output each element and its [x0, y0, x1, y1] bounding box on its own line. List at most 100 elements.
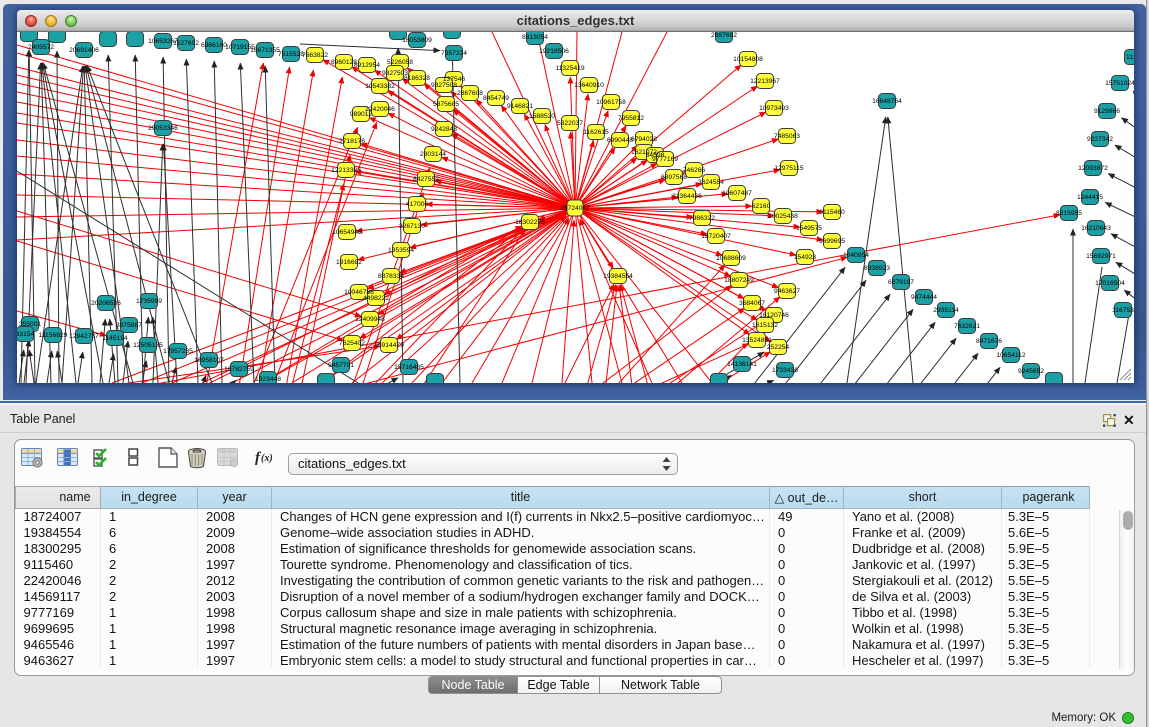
- svg-text:17016504: 17016504: [1095, 280, 1125, 287]
- svg-text:9242848: 9242848: [431, 126, 457, 133]
- svg-text:17957235: 17957235: [163, 348, 193, 355]
- svg-text:7485063: 7485063: [774, 133, 800, 140]
- svg-text:1916682: 1916682: [336, 259, 362, 266]
- svg-text:18807249: 18807249: [724, 277, 754, 284]
- svg-text:5322037: 5322037: [557, 120, 583, 127]
- svg-text:7955812: 7955812: [618, 115, 644, 122]
- svg-text:6897568: 6897568: [661, 174, 687, 181]
- svg-text:10543382: 10543382: [365, 83, 395, 90]
- svg-text:1735999: 1735999: [136, 298, 162, 305]
- svg-text:7357224: 7357224: [441, 50, 467, 57]
- svg-text:7625402: 7625402: [339, 340, 365, 347]
- svg-text:116753: 116753: [1112, 307, 1134, 314]
- svg-text:10688609: 10688609: [716, 255, 746, 262]
- svg-text:19384554: 19384554: [603, 273, 633, 280]
- svg-text:9474444: 9474444: [911, 294, 937, 301]
- svg-text:10973493: 10973493: [759, 105, 789, 112]
- svg-text:2687682: 2687682: [711, 32, 737, 39]
- svg-text:16120746: 16120746: [759, 312, 789, 319]
- svg-text:16914479: 16914479: [374, 342, 404, 349]
- svg-text:(x): (x): [261, 453, 273, 464]
- svg-text:252254: 252254: [767, 344, 790, 351]
- svg-text:13640910: 13640910: [574, 82, 604, 89]
- svg-text:16053809: 16053809: [402, 37, 432, 44]
- svg-text:3624554: 3624554: [698, 179, 724, 186]
- svg-text:1733426: 1733426: [772, 367, 798, 374]
- svg-text:6990448: 6990448: [607, 137, 633, 144]
- svg-text:6794028: 6794028: [631, 136, 657, 143]
- svg-text:16210643: 16210643: [1081, 225, 1111, 232]
- svg-text:1923448: 1923448: [255, 376, 281, 383]
- svg-text:12213967: 12213967: [750, 78, 780, 85]
- svg-text:16648764: 16648764: [872, 98, 902, 105]
- svg-text:10154808: 10154808: [733, 56, 763, 63]
- svg-text:1615132: 1615132: [752, 322, 778, 329]
- svg-text:9463627: 9463627: [774, 288, 800, 295]
- svg-text:9146821: 9146821: [507, 103, 533, 110]
- svg-text:10654112: 10654112: [996, 352, 1026, 359]
- svg-text:8454749: 8454749: [483, 95, 509, 102]
- svg-text:3267130: 3267130: [399, 223, 425, 230]
- svg-text:12975115: 12975115: [774, 165, 804, 172]
- svg-text:9129966: 9129966: [1094, 108, 1120, 115]
- svg-text:1145194: 1145194: [102, 335, 128, 342]
- svg-text:8215955: 8215955: [1056, 210, 1082, 217]
- svg-text:6879197: 6879197: [888, 279, 914, 286]
- svg-text:9457791: 9457791: [328, 362, 354, 369]
- svg-text:12505135: 12505135: [133, 342, 163, 349]
- svg-text:20691406: 20691406: [69, 47, 99, 54]
- svg-text:19218506: 19218506: [539, 48, 569, 55]
- svg-text:9245652: 9245652: [1018, 368, 1044, 375]
- svg-text:989012: 989012: [350, 111, 373, 118]
- svg-text:15692971: 15692971: [1086, 253, 1116, 260]
- svg-text:1588520: 1588520: [529, 113, 555, 120]
- svg-text:9777169: 9777169: [652, 156, 678, 163]
- svg-text:8186328: 8186328: [404, 75, 430, 82]
- svg-text:8912954: 8912954: [354, 62, 380, 69]
- svg-text:5875685: 5875685: [433, 101, 459, 108]
- svg-text:7986322: 7986322: [689, 215, 715, 222]
- svg-text:11156829: 11156829: [39, 332, 68, 339]
- svg-text:12213383: 12213383: [331, 167, 361, 174]
- svg-text:6966160: 6966160: [201, 42, 227, 49]
- svg-text:16782759: 16782759: [224, 366, 254, 373]
- svg-text:8427552: 8427552: [413, 176, 439, 183]
- svg-text:14136141: 14136141: [727, 361, 757, 368]
- svg-text:8813054: 8813054: [522, 34, 548, 41]
- svg-text:18302275: 18302275: [515, 219, 545, 226]
- svg-text:2718176: 2718176: [339, 138, 365, 145]
- svg-text:10654948: 10654948: [332, 229, 362, 236]
- svg-text:2867608: 2867608: [457, 90, 483, 97]
- svg-text:8471676: 8471676: [976, 338, 1002, 345]
- svg-text:10025438: 10025438: [768, 213, 798, 220]
- svg-text:1640954: 1640954: [843, 252, 869, 259]
- svg-text:8938923: 8938923: [864, 265, 890, 272]
- svg-text:1527602: 1527602: [173, 40, 199, 47]
- svg-text:20206536: 20206536: [91, 300, 121, 307]
- svg-text:18724007: 18724007: [560, 205, 590, 212]
- svg-text:15751024: 15751024: [1105, 80, 1134, 87]
- svg-text:1549575: 1549575: [796, 225, 822, 232]
- svg-text:2803144: 2803144: [420, 151, 446, 158]
- svg-text:4498222: 4498222: [363, 295, 389, 302]
- svg-text:10607487: 10607487: [722, 190, 752, 197]
- svg-text:8878334: 8878334: [378, 273, 404, 280]
- svg-text:5226058: 5226058: [387, 59, 413, 66]
- svg-text:9699695: 9699695: [819, 238, 845, 245]
- svg-text:11325419: 11325419: [555, 65, 585, 72]
- svg-text:9327508: 9327508: [431, 82, 457, 89]
- svg-text:7632621: 7632621: [954, 323, 980, 330]
- svg-text:3684067: 3684067: [739, 300, 765, 307]
- svg-text:21364436: 21364436: [672, 193, 702, 200]
- svg-text:355001: 355001: [19, 321, 42, 328]
- svg-text:154923: 154923: [794, 254, 817, 261]
- svg-text:12942737: 12942737: [69, 333, 99, 340]
- svg-text:2405572: 2405572: [28, 44, 54, 51]
- svg-text:1117: 1117: [1126, 54, 1134, 61]
- svg-text:1244415: 1244415: [1077, 194, 1103, 201]
- svg-text:29053346: 29053346: [148, 125, 178, 132]
- svg-text:1162615: 1162615: [583, 129, 609, 136]
- svg-text:2935114: 2935114: [933, 307, 959, 314]
- svg-text:417006: 417006: [406, 201, 429, 208]
- svg-text:9115460: 9115460: [819, 209, 845, 216]
